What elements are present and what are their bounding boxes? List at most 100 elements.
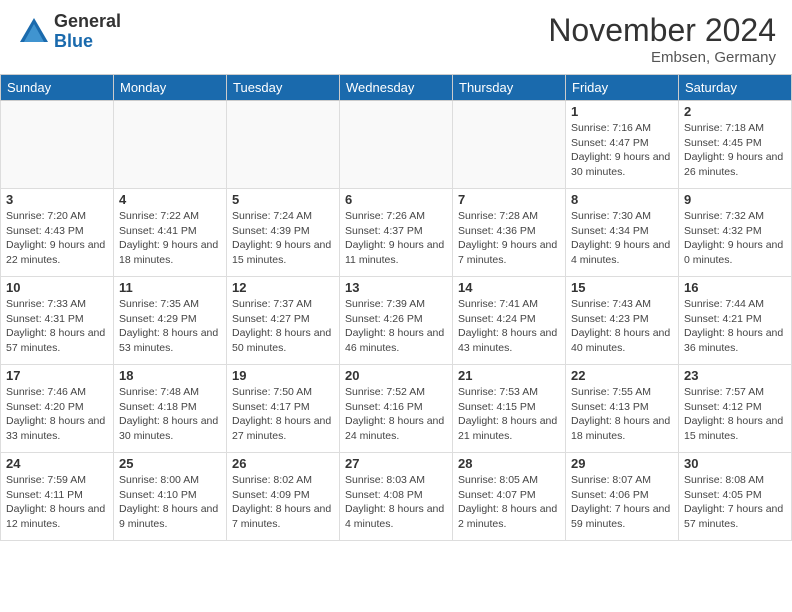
day-info: Sunrise: 7:37 AMSunset: 4:27 PMDaylight:… (232, 297, 334, 356)
day-info: Sunrise: 8:03 AMSunset: 4:08 PMDaylight:… (345, 473, 447, 532)
day-info: Sunrise: 7:35 AMSunset: 4:29 PMDaylight:… (119, 297, 221, 356)
day-number: 14 (458, 280, 560, 295)
day-number: 19 (232, 368, 334, 383)
calendar-week-3: 10 Sunrise: 7:33 AMSunset: 4:31 PMDayligh… (1, 277, 792, 365)
calendar-cell: 2 Sunrise: 7:18 AMSunset: 4:45 PMDaylight… (679, 101, 792, 189)
calendar-cell: 22Sunrise: 7:55 AMSunset: 4:13 PMDayligh… (566, 365, 679, 453)
logo-general: General (54, 12, 121, 32)
day-info: Sunrise: 7:33 AMSunset: 4:31 PMDaylight:… (6, 297, 108, 356)
day-number: 18 (119, 368, 221, 383)
calendar-cell (453, 101, 566, 189)
calendar-cell: 11Sunrise: 7:35 AMSunset: 4:29 PMDayligh… (114, 277, 227, 365)
logo-blue: Blue (54, 32, 121, 52)
day-info: Sunrise: 7:57 AMSunset: 4:12 PMDaylight:… (684, 385, 786, 444)
day-info: Sunrise: 7:28 AMSunset: 4:36 PMDaylight:… (458, 209, 560, 268)
calendar-cell: 26Sunrise: 8:02 AMSunset: 4:09 PMDayligh… (227, 453, 340, 541)
calendar-cell: 12 Sunrise: 7:37 AMSunset: 4:27 PMDayligh… (227, 277, 340, 365)
calendar-cell: 25Sunrise: 8:00 AMSunset: 4:10 PMDayligh… (114, 453, 227, 541)
day-number: 27 (345, 456, 447, 471)
location: Embsen, Germany (548, 49, 776, 66)
calendar-cell: 13Sunrise: 7:39 AMSunset: 4:26 PMDayligh… (340, 277, 453, 365)
day-number: 20 (345, 368, 447, 383)
calendar-cell: 27 Sunrise: 8:03 AMSunset: 4:08 PMDayligh… (340, 453, 453, 541)
calendar-week-1: 1 Sunrise: 7:16 AMSunset: 4:47 PMDaylight… (1, 101, 792, 189)
calendar-cell: 4 Sunrise: 7:22 AMSunset: 4:41 PMDaylight… (114, 189, 227, 277)
logo-text: General Blue (54, 12, 121, 52)
day-info: Sunrise: 7:43 AMSunset: 4:23 PMDaylight:… (571, 297, 673, 356)
day-number: 2 (684, 104, 786, 119)
day-info: Sunrise: 8:05 AMSunset: 4:07 PMDaylight:… (458, 473, 560, 532)
day-number: 24 (6, 456, 108, 471)
day-info: Sunrise: 7:24 AMSunset: 4:39 PMDaylight:… (232, 209, 334, 268)
calendar-cell: 14Sunrise: 7:41 AMSunset: 4:24 PMDayligh… (453, 277, 566, 365)
calendar-cell: 23 Sunrise: 7:57 AMSunset: 4:12 PMDayligh… (679, 365, 792, 453)
calendar-cell: 5 Sunrise: 7:24 AMSunset: 4:39 PMDaylight… (227, 189, 340, 277)
calendar-header-thursday: Thursday (453, 75, 566, 101)
day-info: Sunrise: 7:32 AMSunset: 4:32 PMDaylight:… (684, 209, 786, 268)
calendar-cell (227, 101, 340, 189)
logo-icon (16, 14, 52, 50)
day-info: Sunrise: 7:20 AMSunset: 4:43 PMDaylight:… (6, 209, 108, 268)
calendar-cell: 16Sunrise: 7:44 AMSunset: 4:21 PMDayligh… (679, 277, 792, 365)
day-number: 3 (6, 192, 108, 207)
calendar-cell (114, 101, 227, 189)
day-number: 21 (458, 368, 560, 383)
calendar-table: SundayMondayTuesdayWednesdayThursdayFrid… (0, 74, 792, 541)
day-info: Sunrise: 7:48 AMSunset: 4:18 PMDaylight:… (119, 385, 221, 444)
day-info: Sunrise: 7:18 AMSunset: 4:45 PMDaylight:… (684, 121, 786, 180)
calendar-cell: 28 Sunrise: 8:05 AMSunset: 4:07 PMDayligh… (453, 453, 566, 541)
calendar-cell: 10 Sunrise: 7:33 AMSunset: 4:31 PMDayligh… (1, 277, 114, 365)
day-number: 16 (684, 280, 786, 295)
calendar-cell: 19 Sunrise: 7:50 AMSunset: 4:17 PMDayligh… (227, 365, 340, 453)
logo: General Blue (16, 12, 121, 52)
day-number: 28 (458, 456, 560, 471)
calendar-week-5: 24 Sunrise: 7:59 AMSunset: 4:11 PMDayligh… (1, 453, 792, 541)
calendar-header-tuesday: Tuesday (227, 75, 340, 101)
calendar-cell: 20 Sunrise: 7:52 AMSunset: 4:16 PMDayligh… (340, 365, 453, 453)
calendar-cell: 7Sunrise: 7:28 AMSunset: 4:36 PMDaylight… (453, 189, 566, 277)
calendar-cell: 1 Sunrise: 7:16 AMSunset: 4:47 PMDaylight… (566, 101, 679, 189)
calendar-cell: 29 Sunrise: 8:07 AMSunset: 4:06 PMDayligh… (566, 453, 679, 541)
day-info: Sunrise: 7:59 AMSunset: 4:11 PMDaylight:… (6, 473, 108, 532)
day-info: Sunrise: 7:53 AMSunset: 4:15 PMDaylight:… (458, 385, 560, 444)
day-number: 1 (571, 104, 673, 119)
day-number: 23 (684, 368, 786, 383)
calendar-header-wednesday: Wednesday (340, 75, 453, 101)
day-info: Sunrise: 8:02 AMSunset: 4:09 PMDaylight:… (232, 473, 334, 532)
calendar-cell: 17 Sunrise: 7:46 AMSunset: 4:20 PMDayligh… (1, 365, 114, 453)
day-number: 5 (232, 192, 334, 207)
day-info: Sunrise: 7:16 AMSunset: 4:47 PMDaylight:… (571, 121, 673, 180)
day-number: 6 (345, 192, 447, 207)
day-number: 10 (6, 280, 108, 295)
day-info: Sunrise: 7:46 AMSunset: 4:20 PMDaylight:… (6, 385, 108, 444)
calendar-cell (340, 101, 453, 189)
calendar-cell: 15Sunrise: 7:43 AMSunset: 4:23 PMDayligh… (566, 277, 679, 365)
calendar-week-2: 3 Sunrise: 7:20 AMSunset: 4:43 PMDaylight… (1, 189, 792, 277)
day-number: 30 (684, 456, 786, 471)
day-number: 25 (119, 456, 221, 471)
calendar-header-sunday: Sunday (1, 75, 114, 101)
day-number: 17 (6, 368, 108, 383)
calendar-cell: 9 Sunrise: 7:32 AMSunset: 4:32 PMDaylight… (679, 189, 792, 277)
day-number: 4 (119, 192, 221, 207)
day-info: Sunrise: 7:52 AMSunset: 4:16 PMDaylight:… (345, 385, 447, 444)
calendar-cell: 30Sunrise: 8:08 AMSunset: 4:05 PMDayligh… (679, 453, 792, 541)
day-info: Sunrise: 8:07 AMSunset: 4:06 PMDaylight:… (571, 473, 673, 532)
day-info: Sunrise: 7:22 AMSunset: 4:41 PMDaylight:… (119, 209, 221, 268)
day-number: 29 (571, 456, 673, 471)
page-header: General Blue November 2024 Embsen, Germa… (0, 0, 792, 74)
day-number: 9 (684, 192, 786, 207)
day-info: Sunrise: 7:39 AMSunset: 4:26 PMDaylight:… (345, 297, 447, 356)
calendar-header-friday: Friday (566, 75, 679, 101)
calendar-cell: 21 Sunrise: 7:53 AMSunset: 4:15 PMDayligh… (453, 365, 566, 453)
calendar-cell (1, 101, 114, 189)
calendar-header-row: SundayMondayTuesdayWednesdayThursdayFrid… (1, 75, 792, 101)
day-info: Sunrise: 7:26 AMSunset: 4:37 PMDaylight:… (345, 209, 447, 268)
day-number: 8 (571, 192, 673, 207)
day-info: Sunrise: 7:50 AMSunset: 4:17 PMDaylight:… (232, 385, 334, 444)
day-number: 12 (232, 280, 334, 295)
month-title: November 2024 (548, 12, 776, 49)
calendar-cell: 6 Sunrise: 7:26 AMSunset: 4:37 PMDaylight… (340, 189, 453, 277)
calendar-header-monday: Monday (114, 75, 227, 101)
day-info: Sunrise: 7:30 AMSunset: 4:34 PMDaylight:… (571, 209, 673, 268)
